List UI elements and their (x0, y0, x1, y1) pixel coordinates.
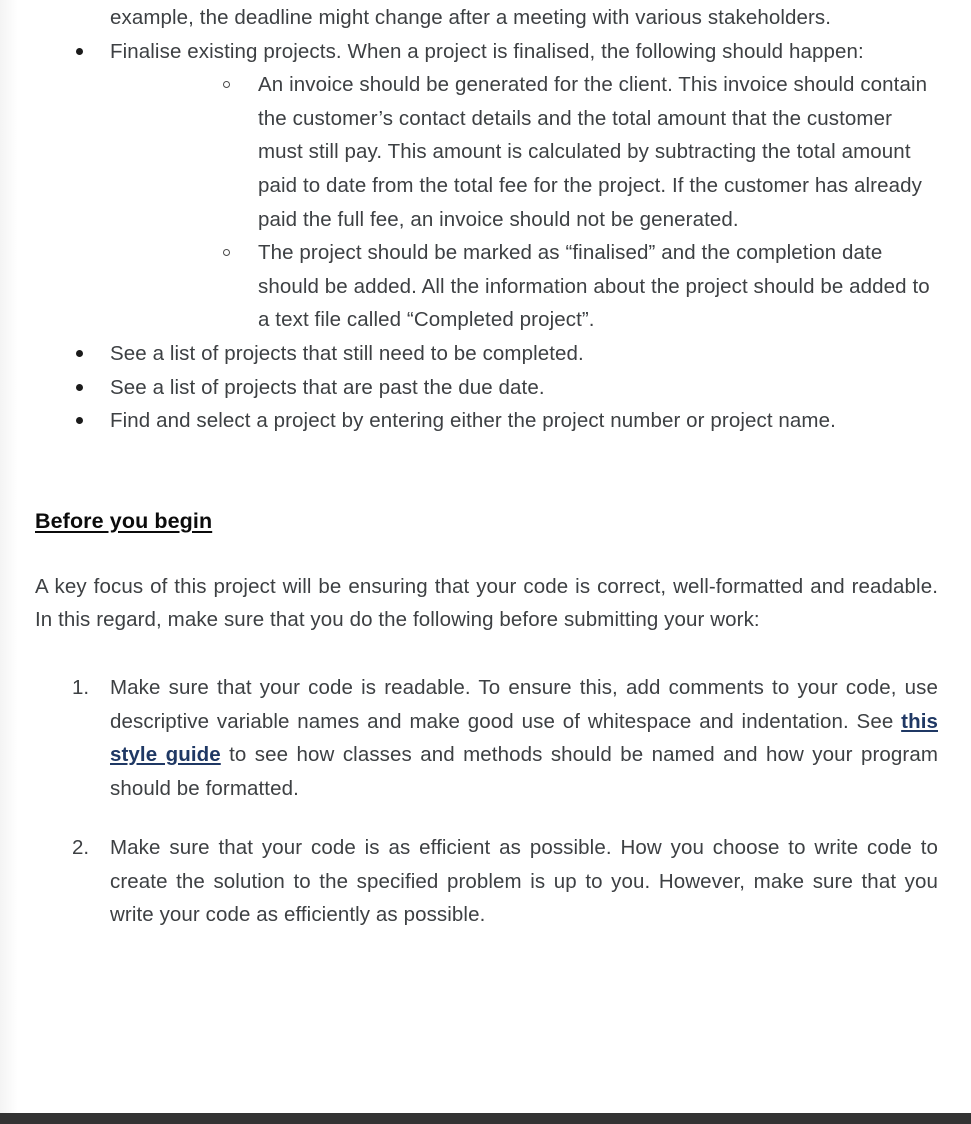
bullet-circle-icon (223, 249, 230, 257)
sub-bullet-text: An invoice should be generated for the c… (258, 73, 928, 231)
page-title: Before you begin (35, 508, 213, 533)
list-item: 2. Make sure that your code is as effici… (35, 831, 938, 932)
list-number: 2. (72, 836, 90, 860)
list-item: Finalise existing projects. When a proje… (35, 35, 938, 337)
bottom-status-bar (0, 1113, 971, 1124)
bullet-dot-icon (76, 417, 83, 425)
list-item: See a list of projects that still need t… (35, 337, 938, 371)
document-content: example, the deadline might change after… (35, 0, 938, 932)
bullet-text: Find and select a project by entering ei… (110, 409, 836, 433)
intro-paragraph: A key focus of this project will be ensu… (35, 574, 938, 632)
document-page: example, the deadline might change after… (0, 0, 971, 1124)
list-item: The project should be marked as “finalis… (110, 236, 938, 337)
numbered-item-text: Make sure that your code is readable. To… (110, 671, 938, 805)
before-you-begin-numbered-list: 1. Make sure that your code is readable.… (35, 671, 938, 932)
list-item: Find and select a project by entering ei… (35, 404, 938, 438)
bullet-text: See a list of projects that are past the… (110, 375, 545, 399)
bullet-text: Finalise existing projects. When a proje… (110, 39, 864, 63)
list-item: See a list of projects that are past the… (35, 371, 938, 405)
bullet-dot-icon (76, 47, 83, 55)
list-number: 1. (72, 675, 90, 699)
list-item: An invoice should be generated for the c… (110, 68, 938, 236)
bullet-text: See a list of projects that still need t… (110, 341, 584, 365)
bullet-dot-icon (76, 383, 83, 391)
numbered-item-text: Make sure that your code is as efficient… (110, 831, 938, 932)
text-before-link: Make sure that your code is as efficient… (110, 836, 938, 927)
requirements-bullet-list: Finalise existing projects. When a proje… (35, 35, 938, 438)
page-left-edge-shadow (0, 0, 18, 1113)
bullet-circle-icon (223, 81, 230, 89)
text-before-link: Make sure that your code is readable. To… (110, 675, 938, 733)
sub-bullet-text: The project should be marked as “finalis… (258, 241, 930, 332)
section-spacer-extra (35, 490, 938, 506)
heading-spacer (35, 536, 938, 570)
list-item: 1. Make sure that your code is readable.… (35, 671, 938, 805)
text-after-link: to see how classes and methods should be… (110, 743, 938, 800)
bullet-dot-icon (76, 349, 83, 357)
continuation-paragraph: example, the deadline might change after… (110, 6, 832, 29)
finalise-sub-bullet-list: An invoice should be generated for the c… (110, 68, 938, 337)
